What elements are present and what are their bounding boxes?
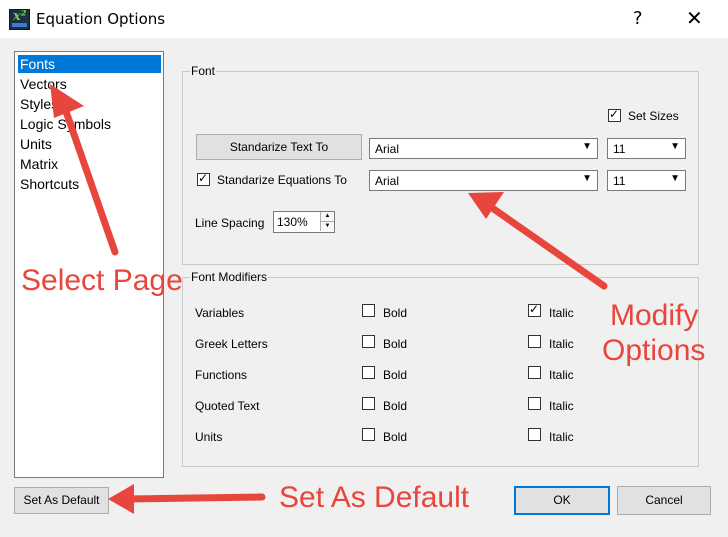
modify-options-arrow-shaft (484, 201, 608, 290)
select-page-arrow-shaft (58, 96, 119, 256)
annotation-set-as-default: Set As Default (279, 481, 470, 514)
annotation-select-page: Select Page (21, 264, 183, 297)
set-default-arrow-shaft (124, 493, 266, 503)
set-default-arrowhead (108, 484, 134, 514)
annotation-modify: Modify (610, 299, 699, 332)
annotation-options: Options (602, 334, 706, 367)
